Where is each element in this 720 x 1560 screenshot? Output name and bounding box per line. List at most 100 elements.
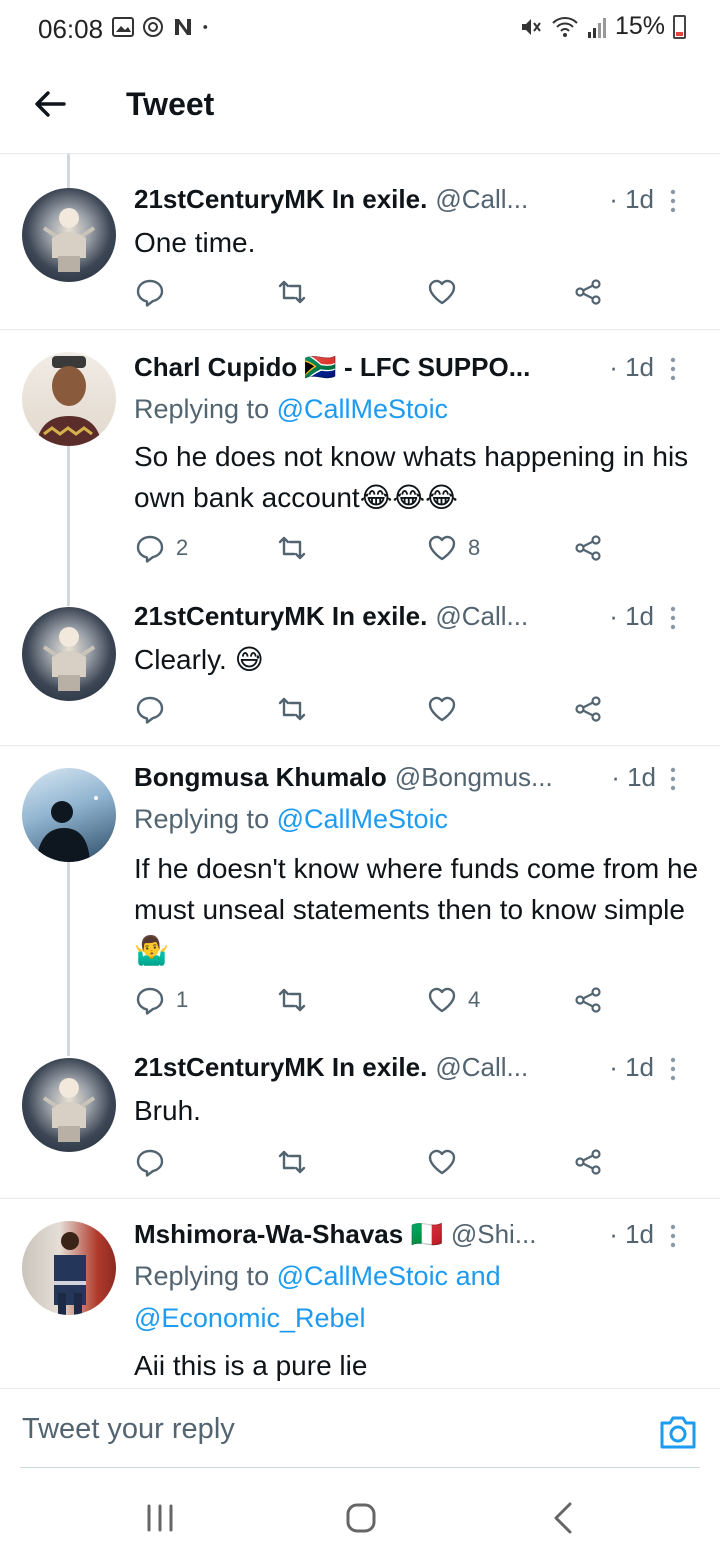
mention-link[interactable]: @CallMeStoic and [277, 1261, 501, 1291]
system-nav-bar [0, 1476, 720, 1560]
handle[interactable]: @Call... [435, 184, 528, 215]
retweet-button[interactable] [276, 276, 308, 308]
avatar[interactable] [22, 188, 116, 282]
avatar[interactable] [22, 1221, 116, 1315]
display-name[interactable]: Mshimora-Wa-Shavas 🇮🇹 [134, 1219, 443, 1250]
share-icon [575, 535, 601, 561]
status-bar: 06:08 15% [0, 0, 720, 58]
replying-to: Replying to @CallMeStoic [134, 804, 448, 835]
reply-count: 1 [176, 987, 189, 1012]
reply-button[interactable] [134, 276, 176, 308]
avatar[interactable] [22, 352, 116, 446]
replying-label: Replying to [134, 804, 270, 834]
like-button[interactable]: 4 [426, 984, 480, 1016]
timestamp: · 1d [609, 1219, 654, 1249]
handle[interactable]: @Call... [435, 601, 528, 632]
display-name[interactable]: Bongmusa Khumalo [134, 762, 387, 793]
share-icon [575, 1149, 601, 1175]
share-button[interactable] [572, 532, 604, 564]
back-nav-icon[interactable] [544, 1498, 584, 1538]
timestamp: · 1d [609, 184, 654, 214]
more-options-icon[interactable] [660, 186, 686, 216]
n-logo-icon [175, 19, 191, 35]
like-count: 8 [468, 535, 481, 560]
mute-icon [521, 18, 541, 35]
heart-icon [428, 987, 456, 1013]
handle[interactable]: @Shi... [451, 1219, 537, 1250]
timestamp: · 1d [611, 762, 656, 792]
page-title: Tweet [126, 86, 215, 122]
arrow-left-icon[interactable] [30, 84, 70, 124]
home-icon[interactable] [341, 1498, 381, 1538]
reply-icon [136, 535, 164, 563]
mention-link[interactable]: @CallMeStoic [277, 394, 448, 424]
reply-input[interactable]: Tweet your reply [22, 1413, 235, 1446]
mention-link[interactable]: @CallMeStoic [277, 804, 448, 834]
tweet-header: Mshimora-Wa-Shavas 🇮🇹 @Shi... · 1d [134, 1219, 690, 1255]
reply-icon [136, 987, 164, 1015]
like-button[interactable]: 8 [426, 532, 480, 564]
recent-apps-icon[interactable] [140, 1498, 180, 1538]
reply-icon [136, 696, 164, 724]
like-button[interactable] [426, 1146, 468, 1178]
more-options-icon[interactable] [660, 354, 686, 384]
replying-to: Replying to @CallMeStoic and [134, 1261, 501, 1292]
handle[interactable]: @Bongmus... [395, 762, 553, 793]
avatar[interactable] [22, 1058, 116, 1152]
display-name[interactable]: 21stCenturyMK In exile. [134, 184, 427, 215]
share-button[interactable] [572, 984, 604, 1016]
tweet[interactable]: 21stCenturyMK In exile. @Call... · 1d Cl… [0, 585, 720, 746]
like-button[interactable] [426, 276, 468, 308]
retweet-button[interactable] [276, 693, 308, 725]
status-time: 06:08 [38, 14, 104, 44]
retweet-button[interactable] [276, 984, 308, 1016]
reply-count: 2 [176, 535, 189, 560]
retweet-icon [278, 536, 306, 560]
retweet-icon [278, 697, 306, 721]
tweet[interactable]: Charl Cupido 🇿🇦 - LFC SUPPO... · 1d Repl… [0, 330, 720, 585]
top-app-bar: Tweet [0, 58, 720, 154]
handle[interactable]: @Call... [435, 1052, 528, 1083]
mention-link[interactable]: @Economic_Rebel [134, 1303, 366, 1333]
tweet-text: One time. [134, 227, 256, 258]
tweet-header: Bongmusa Khumalo @Bongmus... · 1d [134, 762, 690, 798]
reply-button[interactable] [134, 1146, 176, 1178]
tweet-actions: 2 8 [134, 532, 614, 568]
tweet-header: 21stCenturyMK In exile. @Call... · 1d [134, 1052, 690, 1088]
share-icon [575, 279, 601, 305]
more-options-icon[interactable] [660, 1221, 686, 1251]
tweet-text: Clearly. 😅 [134, 644, 264, 675]
share-button[interactable] [572, 276, 604, 308]
tweet[interactable]: 21stCenturyMK In exile. @Call... · 1d On… [0, 154, 720, 330]
share-button[interactable] [572, 1146, 604, 1178]
retweet-button[interactable] [276, 532, 308, 564]
dot-icon [203, 25, 208, 29]
reply-button[interactable]: 2 [134, 532, 188, 564]
wifi-icon [552, 16, 578, 37]
replying-to: Replying to @CallMeStoic [134, 394, 448, 425]
more-options-icon[interactable] [660, 1054, 686, 1084]
replying-to-continued: @Economic_Rebel [134, 1303, 366, 1334]
display-name[interactable]: 21stCenturyMK In exile. [134, 601, 427, 632]
reply-button[interactable] [134, 693, 176, 725]
like-button[interactable] [426, 693, 468, 725]
more-options-icon[interactable] [660, 603, 686, 633]
reply-input-underline [20, 1467, 700, 1468]
avatar[interactable] [22, 768, 116, 862]
display-name[interactable]: 21stCenturyMK In exile. [134, 1052, 427, 1083]
tweet-actions [134, 1146, 614, 1182]
retweet-icon [278, 1150, 306, 1174]
tweet[interactable]: 21stCenturyMK In exile. @Call... · 1d Br… [0, 1038, 720, 1199]
tweet[interactable]: Bongmusa Khumalo @Bongmus... · 1d Replyi… [0, 746, 720, 1038]
camera-icon[interactable] [658, 1413, 698, 1451]
retweet-button[interactable] [276, 1146, 308, 1178]
tweet[interactable]: Mshimora-Wa-Shavas 🇮🇹 @Shi... · 1d Reply… [0, 1199, 720, 1388]
tweet-text: If he doesn't know where funds come from… [134, 853, 699, 966]
retweet-icon [278, 988, 306, 1012]
timestamp: · 1d [609, 601, 654, 631]
avatar[interactable] [22, 607, 116, 701]
more-options-icon[interactable] [660, 764, 686, 794]
display-name[interactable]: Charl Cupido 🇿🇦 - LFC SUPPO... [134, 352, 530, 383]
reply-button[interactable]: 1 [134, 984, 188, 1016]
share-button[interactable] [572, 693, 604, 725]
